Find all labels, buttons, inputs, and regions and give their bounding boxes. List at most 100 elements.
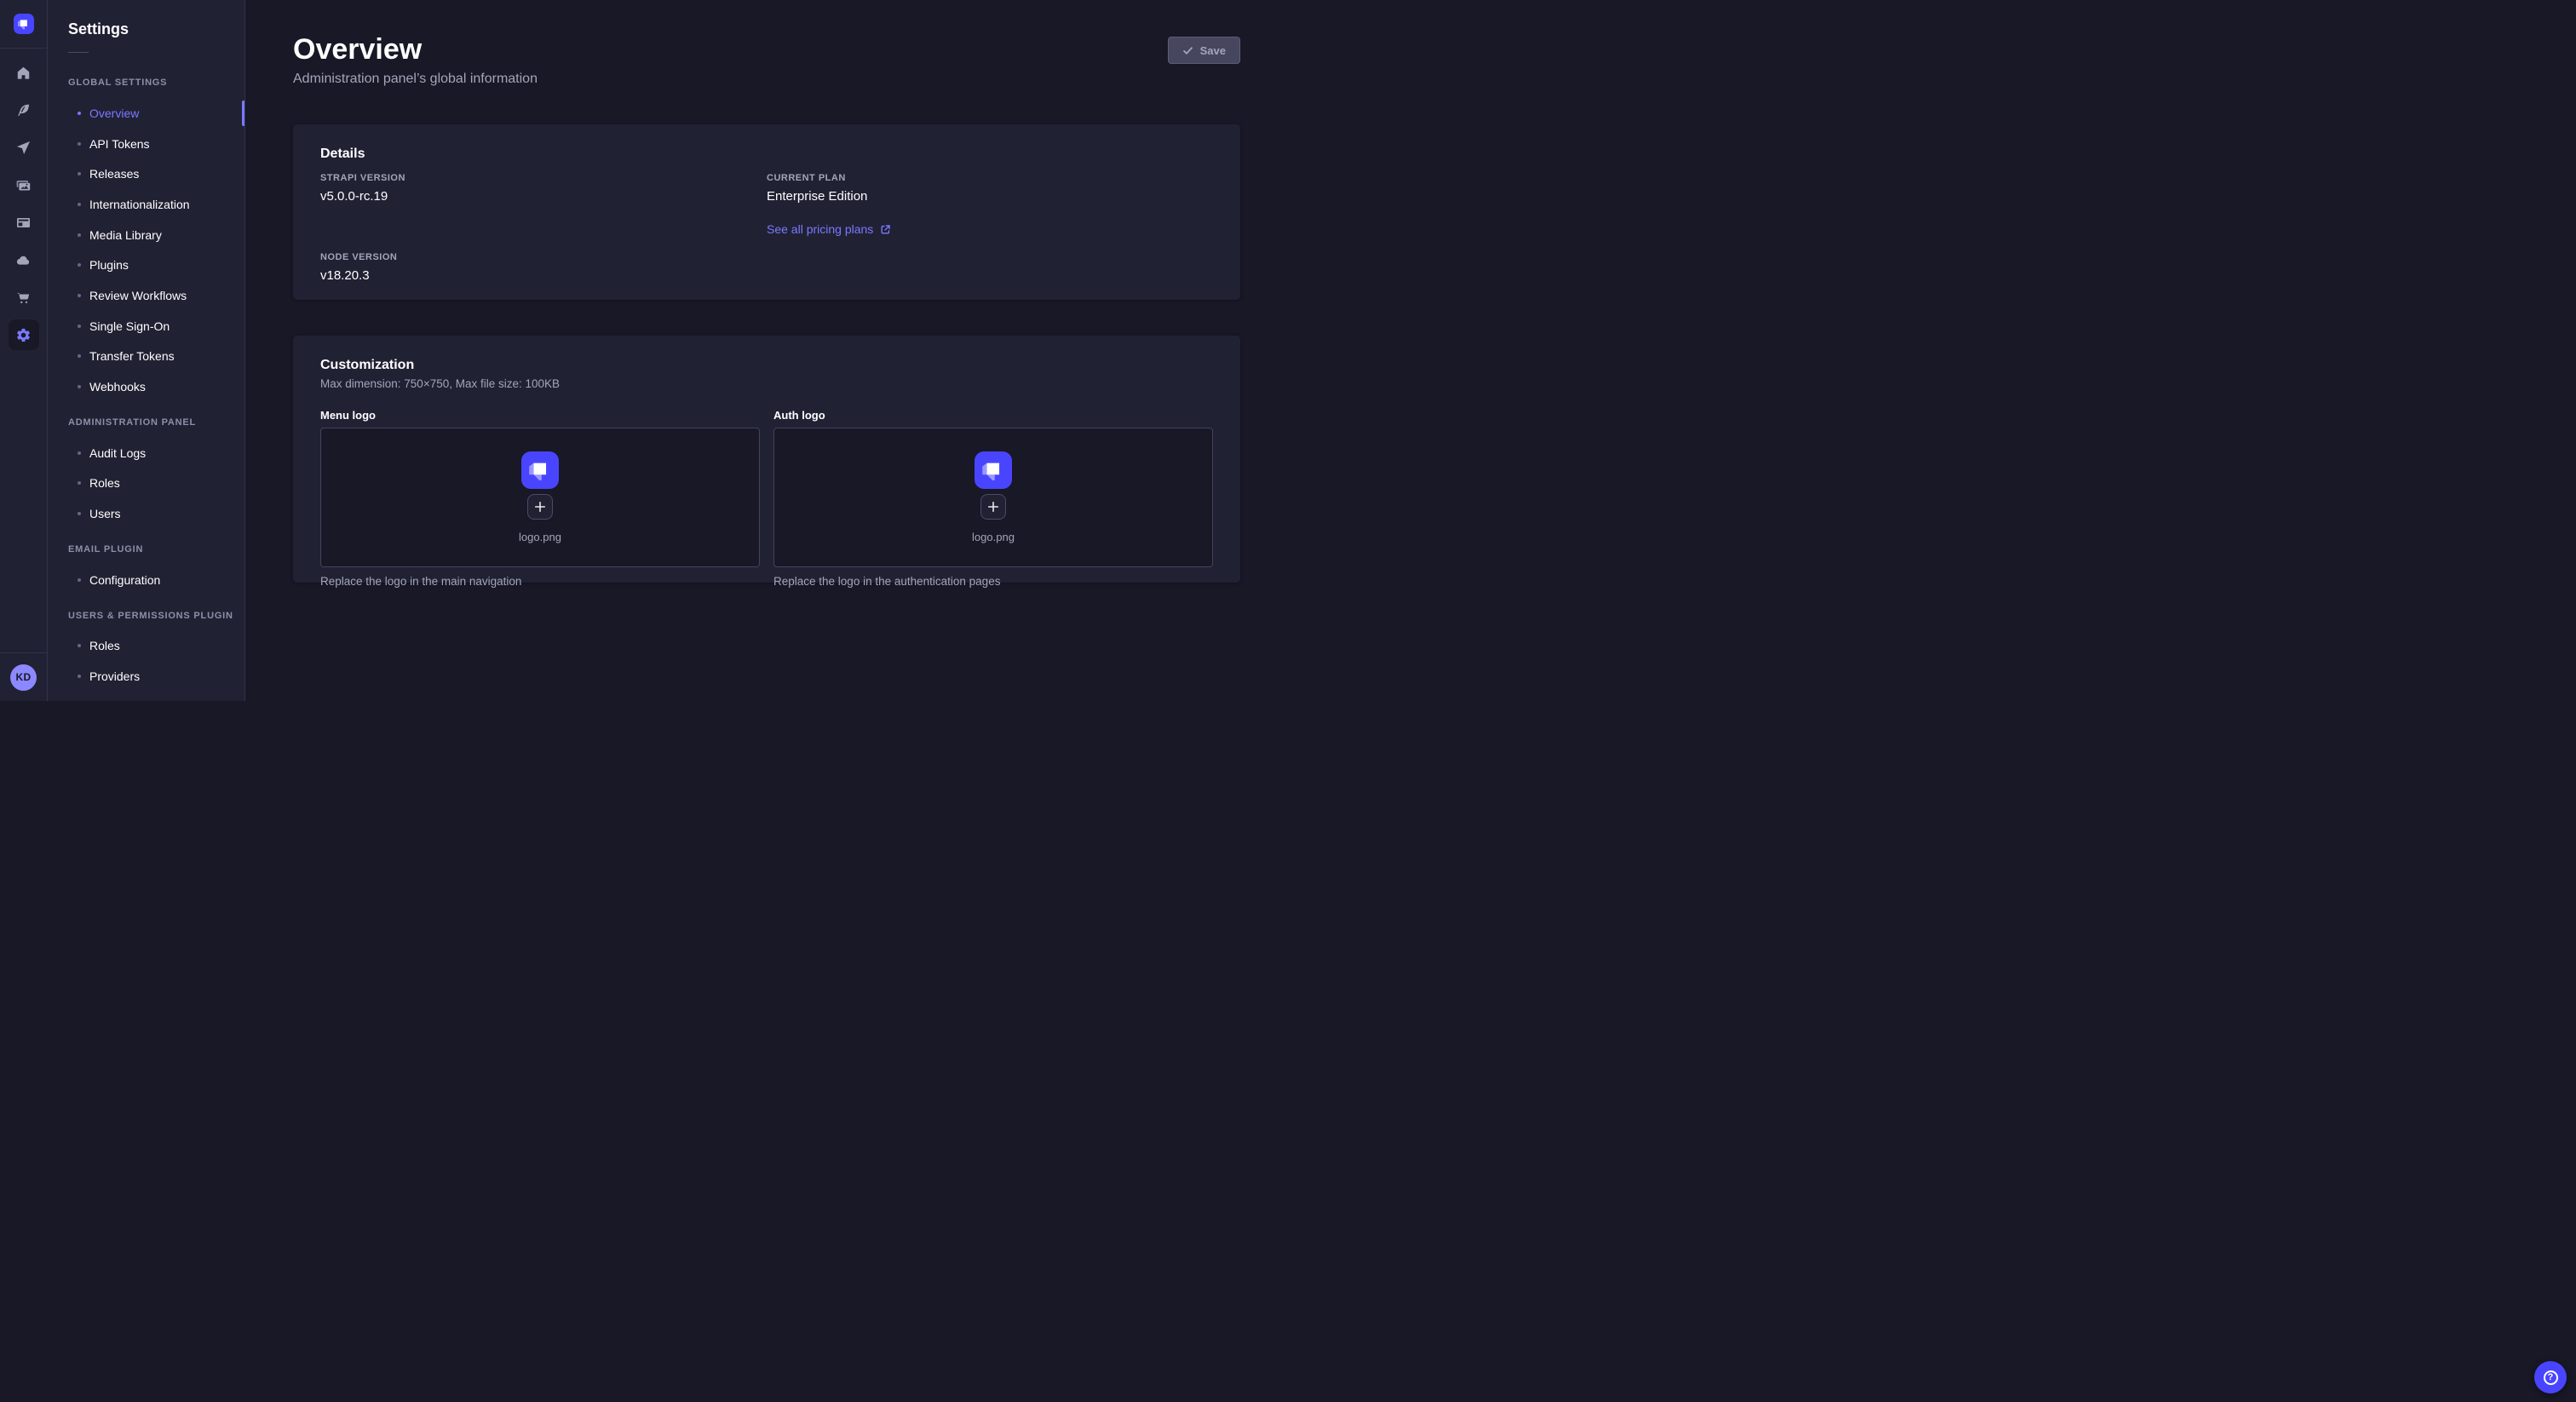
page-header: Overview Administration panel’s global i… (293, 32, 1240, 87)
bullet-icon (78, 294, 81, 297)
page-title: Overview (293, 32, 538, 66)
rail-footer: KD (0, 652, 47, 701)
auth-logo-column: Auth logo logo.png Replace the logo (773, 409, 1213, 588)
sidebar-item-audit-logs[interactable]: Audit Logs (48, 438, 244, 468)
menu-logo-add-button[interactable] (527, 494, 553, 520)
sidebar-item-internationalization[interactable]: Internationalization (48, 189, 244, 220)
sidebar-item-transfer-tokens[interactable]: Transfer Tokens (48, 342, 244, 372)
section-list-email-plugin: Configuration (48, 565, 244, 595)
sidebar-item-releases[interactable]: Releases (48, 158, 244, 189)
sidebar-item-review-workflows[interactable]: Review Workflows (48, 280, 244, 311)
bullet-icon (78, 325, 81, 328)
help-button[interactable]: ? (2534, 1361, 2567, 1393)
plus-icon (534, 501, 546, 513)
strapi-version-field: STRAPI VERSION v5.0.0-rc.19 (320, 173, 767, 204)
bullet-icon (78, 512, 81, 515)
external-link-icon (880, 224, 891, 235)
section-list-administration-panel: Audit Logs Roles Users (48, 438, 244, 529)
workspace-logo-section (0, 0, 47, 49)
settings-gear-icon[interactable] (9, 319, 39, 350)
sidebar-item-plugins[interactable]: Plugins (48, 250, 244, 280)
section-heading-users-permissions-plugin: USERS & PERMISSIONS PLUGIN (68, 611, 244, 621)
save-button[interactable]: Save (1168, 37, 1240, 64)
feather-icon[interactable] (9, 95, 39, 125)
section-heading-email-plugin: EMAIL PLUGIN (68, 544, 244, 554)
customization-card: Customization Max dimension: 750×750, Ma… (293, 336, 1240, 583)
bullet-icon (78, 233, 81, 237)
section-list-users-permissions-plugin: Roles Providers (48, 631, 244, 692)
check-icon (1182, 45, 1193, 56)
details-left-column: STRAPI VERSION v5.0.0-rc.19 NODE VERSION… (320, 173, 767, 283)
details-grid: STRAPI VERSION v5.0.0-rc.19 NODE VERSION… (320, 173, 1213, 283)
menu-logo-column: Menu logo logo.png Replace the logo (320, 409, 760, 588)
menu-logo-hint: Replace the logo in the main navigation (320, 575, 760, 588)
page-subtitle: Administration panel’s global informatio… (293, 72, 538, 87)
section-heading-administration-panel: ADMINISTRATION PANEL (68, 417, 244, 428)
strapi-version-value: v5.0.0-rc.19 (320, 189, 767, 204)
sidebar-item-media-library[interactable]: Media Library (48, 220, 244, 250)
sidebar-title: Settings (68, 20, 244, 38)
sidebar-item-admin-users[interactable]: Users (48, 498, 244, 529)
menu-logo-label: Menu logo (320, 409, 760, 422)
menu-logo-preview (521, 451, 559, 489)
bullet-icon (78, 675, 81, 678)
menu-logo-dropzone[interactable]: logo.png (320, 428, 760, 567)
auth-logo-hint: Replace the logo in the authentication p… (773, 575, 1213, 588)
bullet-icon (78, 112, 81, 115)
sidebar-item-email-configuration[interactable]: Configuration (48, 565, 244, 595)
auth-logo-label: Auth logo (773, 409, 1213, 422)
bullet-icon (78, 578, 81, 582)
sidebar-item-single-sign-on[interactable]: Single Sign-On (48, 311, 244, 342)
section-list-global-settings: Overview API Tokens Releases Internation… (48, 98, 244, 402)
media-pictures-icon[interactable] (9, 170, 39, 200)
main-content: Overview Administration panel’s global i… (245, 0, 1288, 701)
strapi-logo-icon[interactable] (14, 14, 34, 34)
sidebar-item-admin-roles[interactable]: Roles (48, 468, 244, 499)
bullet-icon (78, 263, 81, 267)
node-version-field: NODE VERSION v18.20.3 (320, 252, 767, 283)
bullet-icon (78, 481, 81, 485)
node-version-value: v18.20.3 (320, 268, 767, 283)
plus-icon (987, 501, 999, 513)
bullet-icon (78, 451, 81, 455)
logo-upload-row: Menu logo logo.png Replace the logo (320, 409, 1213, 588)
auth-logo-filename: logo.png (972, 531, 1015, 543)
auth-logo-add-button[interactable] (980, 494, 1006, 520)
bullet-icon (78, 354, 81, 358)
home-icon[interactable] (9, 57, 39, 88)
section-heading-global-settings: GLOBAL SETTINGS (68, 78, 244, 88)
pricing-plans-link[interactable]: See all pricing plans (767, 222, 891, 236)
cart-icon[interactable] (9, 282, 39, 313)
layout-card-icon[interactable] (9, 207, 39, 238)
sidebar-item-up-providers[interactable]: Providers (48, 661, 244, 692)
details-right-column: CURRENT PLAN Enterprise Edition See all … (767, 173, 1213, 283)
strapi-logo-icon (975, 451, 1012, 489)
bullet-icon (78, 203, 81, 206)
sidebar-title-rule (68, 52, 89, 53)
question-mark-icon: ? (2544, 1370, 2558, 1385)
rail-nav (9, 49, 39, 350)
current-plan-value: Enterprise Edition (767, 189, 1213, 204)
node-version-label: NODE VERSION (320, 252, 767, 262)
strapi-logo-icon (521, 451, 559, 489)
page-header-text: Overview Administration panel’s global i… (293, 32, 538, 87)
current-plan-label: CURRENT PLAN (767, 173, 1213, 183)
strapi-version-label: STRAPI VERSION (320, 173, 767, 183)
paper-plane-icon[interactable] (9, 132, 39, 163)
bullet-icon (78, 385, 81, 388)
auth-logo-dropzone[interactable]: logo.png (773, 428, 1213, 567)
customization-card-title: Customization (320, 358, 1213, 373)
user-avatar[interactable]: KD (10, 664, 37, 691)
settings-sidebar: Settings GLOBAL SETTINGS Overview API To… (48, 0, 245, 701)
details-card: Details STRAPI VERSION v5.0.0-rc.19 NODE… (293, 124, 1240, 300)
sidebar-item-webhooks[interactable]: Webhooks (48, 371, 244, 402)
menu-logo-filename: logo.png (519, 531, 561, 543)
customization-constraints: Max dimension: 750×750, Max file size: 1… (320, 377, 1213, 390)
sidebar-item-api-tokens[interactable]: API Tokens (48, 129, 244, 159)
sidebar-item-up-roles[interactable]: Roles (48, 631, 244, 662)
cloud-icon[interactable] (9, 244, 39, 275)
bullet-icon (78, 644, 81, 647)
details-card-title: Details (320, 147, 1213, 162)
sidebar-item-overview[interactable]: Overview (48, 98, 244, 129)
current-plan-field: CURRENT PLAN Enterprise Edition (767, 173, 1213, 204)
